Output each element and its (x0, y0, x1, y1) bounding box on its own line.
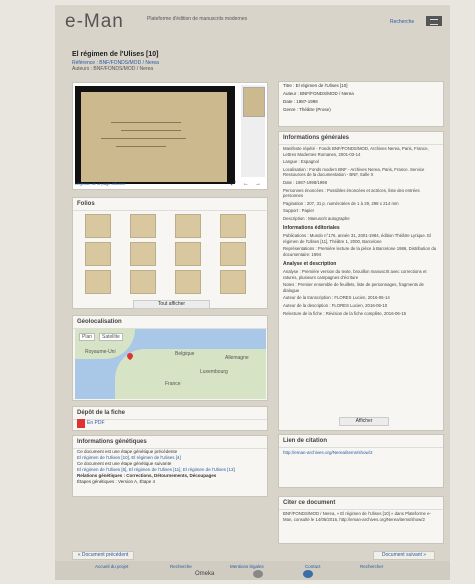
footer-link[interactable]: Recherche (170, 564, 192, 569)
folio-thumbnail[interactable] (85, 242, 111, 266)
folio-thumbnail[interactable] (220, 242, 246, 266)
info-line: Représentations : Première lecture de la… (283, 246, 437, 257)
next-arrow-icon[interactable]: → (255, 181, 261, 187)
previous-document-button[interactable]: « Document précédent (72, 551, 134, 560)
cite-panel: Citer ce document BNF/FONDS/MOD / Nerea,… (278, 496, 444, 544)
search-link[interactable]: Recherche (390, 19, 414, 25)
export-title: Dépôt de la fiche (73, 407, 267, 420)
metadata-author: Auteur : BNF/FONDS/MOD / Nerea (283, 91, 354, 96)
pdf-icon[interactable] (77, 419, 85, 428)
info-line: Description : Manuscrit autographe (283, 215, 350, 221)
folio-thumbnail[interactable] (175, 242, 201, 266)
genetic-info-line: Étapes génétiques : Version A, Étape 4 (77, 479, 156, 484)
document-authors: Auteurs : BNF/FONDS/MOD / Nerea (72, 66, 154, 72)
site-subtitle: Plateforme d'édition de manuscrits moder… (147, 16, 248, 22)
pdf-link[interactable]: En PDF (87, 420, 105, 426)
header: e-Man Plateforme d'édition de manuscrits… (55, 5, 450, 35)
metadata-genre: Genre : Théâtre (Prose) (283, 107, 331, 112)
info-line: Relecture de la fiche : Révision de la f… (283, 310, 407, 316)
map-label: France (165, 381, 181, 387)
folios-panel: Folios Tout afficher (72, 197, 268, 309)
info-line: Notes : Premier ensemble de feuillets, l… (283, 282, 424, 293)
cnrs-logo-icon[interactable] (303, 570, 313, 578)
page-title: El régimen de l'Ulises [10] (72, 51, 159, 58)
viewer-caption[interactable]: Légende de la page affichée (75, 181, 265, 189)
info-line: Localisation : Fonds modern BNF - Archiv… (283, 166, 425, 178)
info-line: Manifeste répété - Fonds BNF/FONDS/MOD, … (283, 146, 429, 157)
folio-thumbnail[interactable] (130, 242, 156, 266)
folio-thumbnail[interactable] (175, 270, 201, 294)
cite-title: Citer ce document (279, 497, 443, 510)
info-line: Personnes énoncées : Possibles énoncées … (283, 187, 420, 199)
genetic-info-panel: Informations génétiques Ce document est … (72, 435, 268, 497)
export-panel: Dépôt de la fiche En PDF (72, 406, 268, 431)
map-mode-plan[interactable]: Plan (79, 333, 96, 341)
map-label: Allemagne (225, 355, 249, 361)
footer-link[interactable]: Contact (305, 564, 321, 569)
image-viewer[interactable]: Légende de la page affichée ⤢ ← → (72, 82, 268, 190)
map-label: Belgique (175, 351, 195, 357)
metadata-title: Titre : El régimen de l'Ulises [10] (283, 83, 348, 88)
folio-thumbnail[interactable] (85, 270, 111, 294)
info-line: Date : 1987-1998/1998 (283, 179, 327, 185)
fullscreen-icon[interactable]: ⤢ (231, 181, 236, 188)
geolocation-panel: Géolocalisation Plan Satellite Royaume-U… (72, 315, 268, 401)
document-title-block: El régimen de l'Ulises [10] Référence : … (72, 51, 312, 72)
info-line: Analyse : Première version du texte, bro… (283, 269, 427, 280)
map-mode-satellite[interactable]: Satellite (99, 333, 123, 341)
folio-thumbnail[interactable] (175, 214, 201, 238)
info-line: Pagination : 207, 31 p. numérotées de 1 … (283, 200, 399, 206)
map-label: Luxembourg (200, 369, 228, 375)
general-info-title: Informations générales (279, 132, 443, 145)
folio-thumbnail[interactable] (130, 214, 156, 238)
site-logo[interactable]: e-Man (65, 11, 124, 33)
next-document-button[interactable]: Document suivant » (373, 551, 435, 560)
metadata-panel: Titre : El régimen de l'Ulises [10] Aute… (278, 81, 444, 127)
folio-thumbnail[interactable] (85, 214, 111, 238)
general-info-panel: Informations générales Manifeste répété … (278, 131, 444, 431)
footer-link[interactable]: Mentions légales (230, 564, 264, 569)
geolocation-title: Géolocalisation (73, 316, 267, 329)
folios-title: Folios (73, 198, 267, 211)
info-line: Publications : Mundo n°176, année 31, 20… (283, 233, 431, 244)
previous-arrow-icon[interactable]: ← (243, 181, 249, 187)
folio-thumbnail[interactable] (130, 270, 156, 294)
footer-link[interactable]: Accueil du projet (95, 564, 128, 569)
folio-thumbnail[interactable] (220, 214, 246, 238)
menu-button[interactable] (426, 16, 442, 26)
metadata-date: Date : 1987-1998 (283, 99, 318, 104)
manuscript-page (81, 92, 227, 182)
citation-link[interactable]: http://eman-archives.org/Nerea/items/sho… (279, 448, 443, 457)
info-line: Auteur de la description : FLORES Lucien… (283, 303, 388, 309)
info-section-heading: Informations éditoriales (283, 224, 340, 231)
info-section-heading: Analyse et description (283, 260, 337, 267)
info-line: Support : Papier (283, 208, 315, 214)
map[interactable]: Plan Satellite Royaume-Uni Belgique Alle… (75, 329, 266, 399)
viewer-thumbnail[interactable] (243, 87, 265, 117)
footer-link[interactable]: Rechercher (360, 564, 383, 569)
show-more-button[interactable]: Afficher (339, 417, 389, 426)
info-line: Auteur de la transcription : FLORES Luci… (283, 295, 390, 301)
map-label: Royaume-Uni (85, 349, 116, 355)
show-all-folios-button[interactable]: Tout afficher (133, 300, 210, 309)
info-line: Langue : Espagnol (283, 159, 319, 165)
page: e-Man Plateforme d'édition de manuscrits… (55, 5, 450, 580)
cite-text: BNF/FONDS/MOD / Nerea, « El régimen de l… (283, 511, 431, 522)
genetic-info-title: Informations génétiques (73, 436, 267, 449)
citation-link-panel: Lien de citation http://eman-archives.or… (278, 434, 444, 488)
omeka-logo[interactable]: Omeka (195, 571, 214, 577)
citation-link-title: Lien de citation (279, 435, 443, 448)
menu-icon (430, 19, 438, 25)
e-man-logo-icon[interactable] (253, 570, 263, 578)
footer: Accueil du projet Recherche Mentions lég… (55, 561, 450, 580)
folio-thumbnail[interactable] (220, 270, 246, 294)
manuscript-image[interactable] (75, 86, 235, 184)
